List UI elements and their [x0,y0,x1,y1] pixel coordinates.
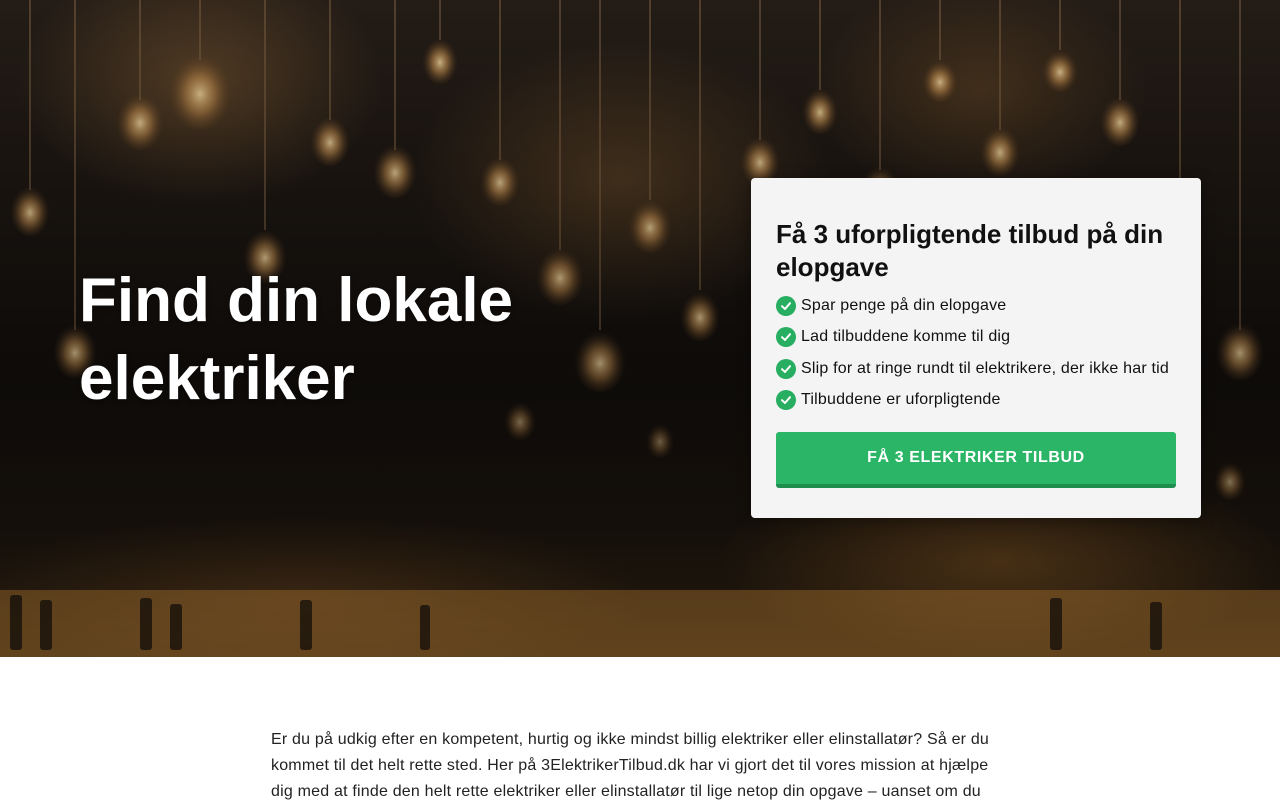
hero-section: Find din lokale elektriker Få 3 uforplig… [0,0,1280,657]
offer-card: Få 3 uforpligtende tilbud på din elopgav… [751,178,1201,518]
intro-paragraph: Er du på udkig efter en kompetent, hurti… [271,731,990,800]
benefit-label: Slip for at ringe rundt til elektrikere,… [801,359,1170,377]
benefit-item: Tilbuddene er uforpligtende [776,385,1176,417]
benefit-label: Tilbuddene er uforpligtende [801,391,1001,409]
benefit-label: Lad tilbuddene komme til dig [801,328,1011,346]
benefit-item: Lad tilbuddene komme til dig [776,322,1176,354]
offer-title: Få 3 uforpligtende tilbud på din elopgav… [776,219,1164,282]
hero-title: Find din lokale elektriker [79,266,514,413]
get-quotes-button[interactable]: FÅ 3 ELEKTRIKER TILBUD [776,432,1176,488]
benefit-label: Spar penge på din elopgave [801,296,1007,314]
check-icon [776,295,796,316]
content-section: Er du på udkig efter en kompetent, hurti… [0,657,1280,800]
check-icon [776,358,796,379]
benefit-list: Spar penge på din elopgave Lad tilbudden… [776,290,1176,416]
check-icon [776,327,796,348]
check-icon [776,390,796,411]
benefit-item: Slip for at ringe rundt til elektrikere,… [776,353,1176,385]
benefit-item: Spar penge på din elopgave [776,290,1176,322]
